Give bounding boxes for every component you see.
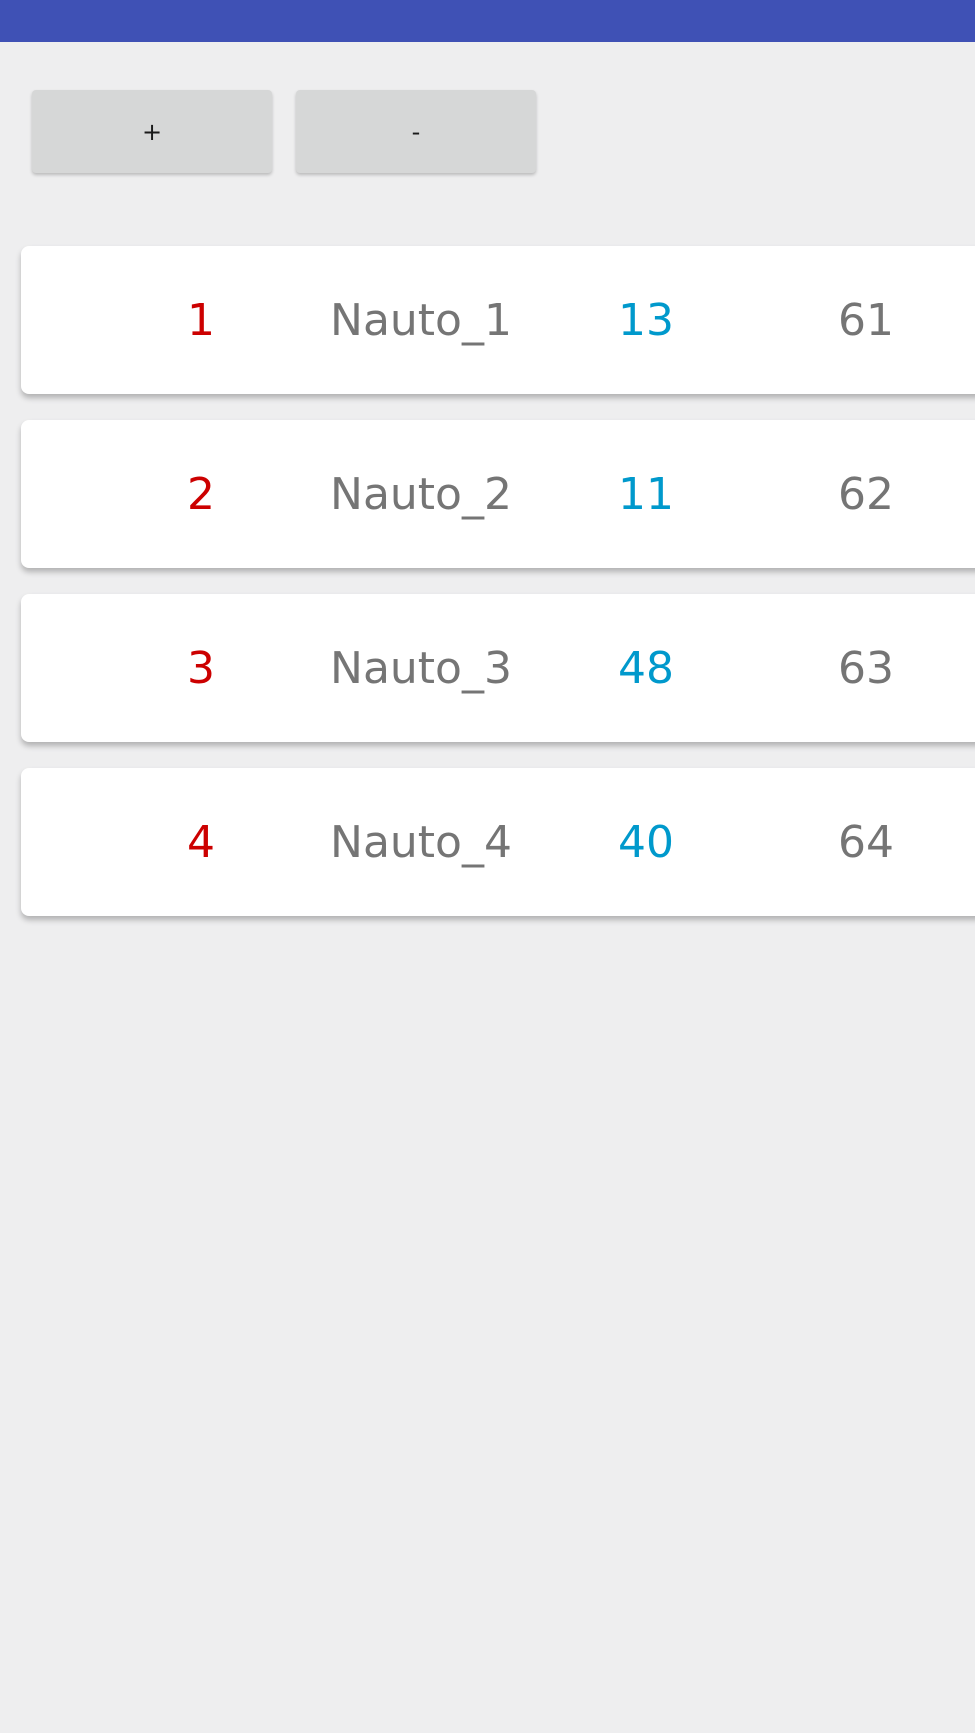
item-number: 63 [838,642,894,694]
add-button[interactable]: + [32,90,272,173]
item-name: Nauto_3 [330,642,512,694]
item-value: 40 [618,816,674,868]
item-index: 3 [187,642,215,694]
list-item[interactable]: 1 Nauto_1 13 61 [21,246,975,394]
item-value: 13 [618,294,674,346]
item-list: 1 Nauto_1 13 61 2 Nauto_2 11 62 3 Nauto_… [21,246,975,942]
item-index: 1 [187,294,215,346]
list-item[interactable]: 4 Nauto_4 40 64 [21,768,975,916]
list-item[interactable]: 2 Nauto_2 11 62 [21,420,975,568]
item-name: Nauto_2 [330,468,512,520]
item-index: 4 [187,816,215,868]
item-number: 61 [838,294,894,346]
item-name: Nauto_1 [330,294,512,346]
item-name: Nauto_4 [330,816,512,868]
item-index: 2 [187,468,215,520]
app-bar [0,0,975,42]
remove-button[interactable]: - [296,90,536,173]
list-item[interactable]: 3 Nauto_3 48 63 [21,594,975,742]
item-value: 48 [618,642,674,694]
item-number: 62 [838,468,894,520]
item-value: 11 [618,468,674,520]
item-number: 64 [838,816,894,868]
